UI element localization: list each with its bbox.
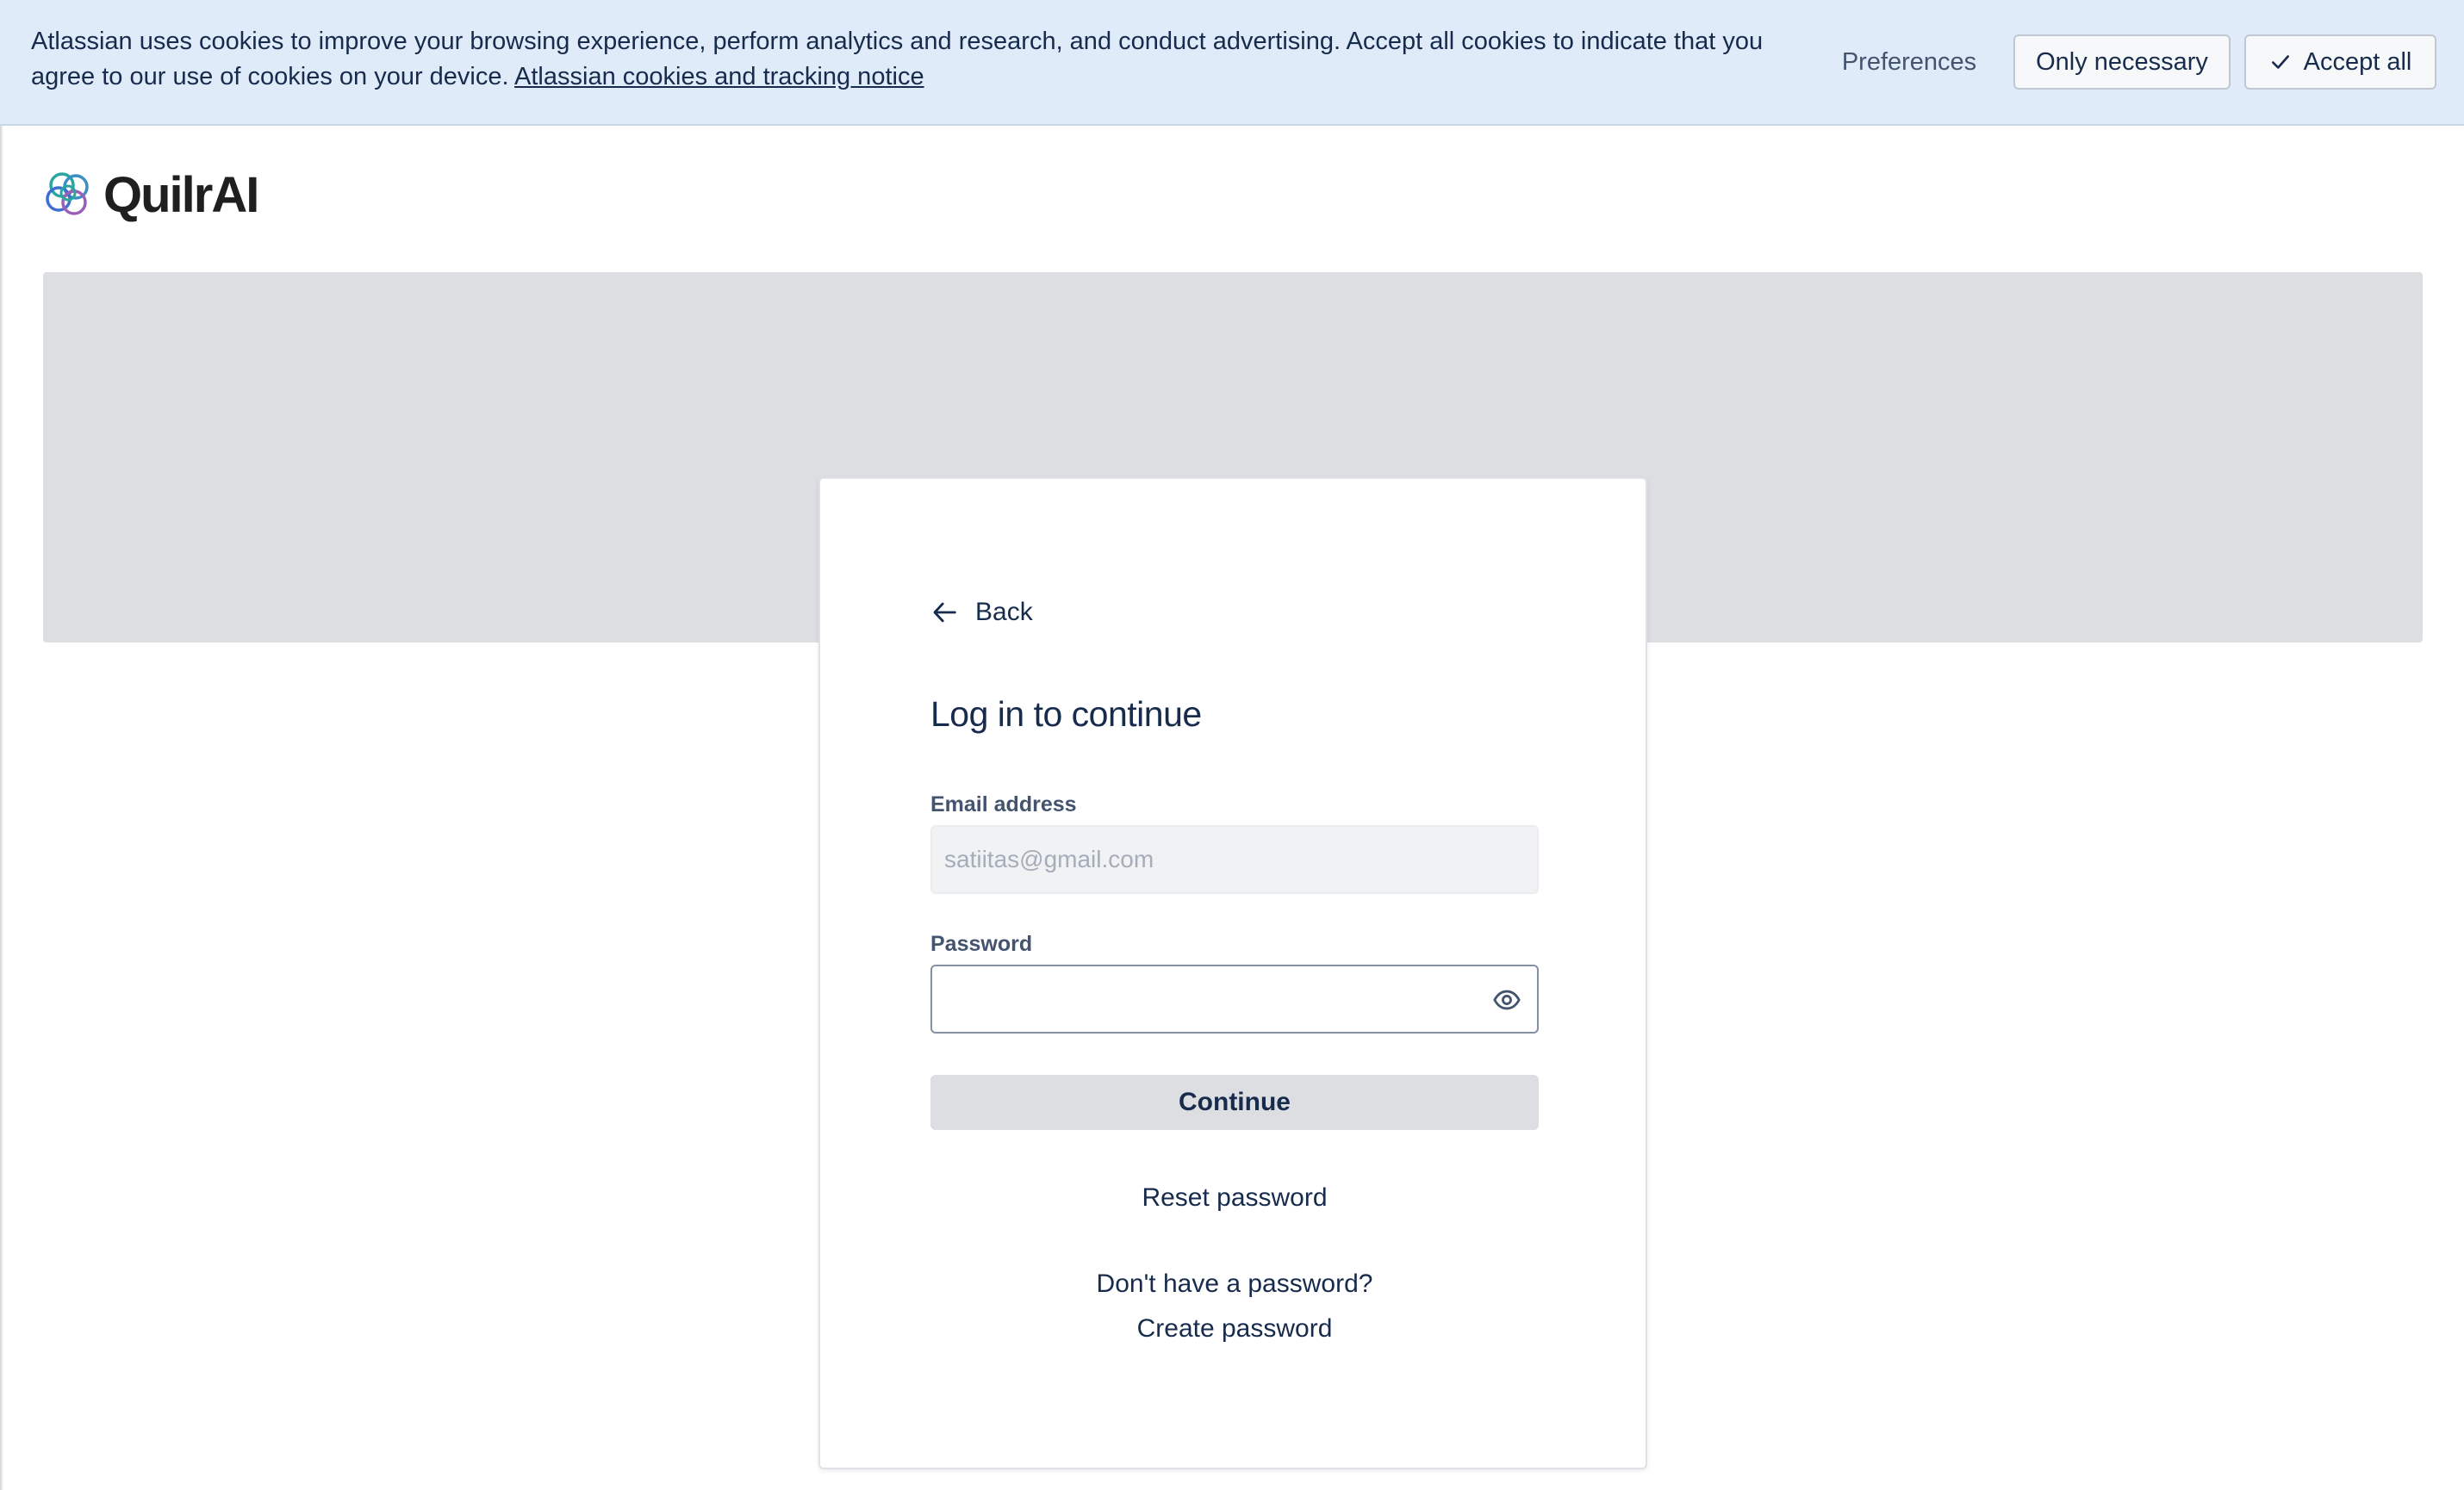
brand-name: QuilrAI bbox=[103, 166, 259, 223]
arrow-left-icon bbox=[933, 602, 956, 623]
reset-password-link[interactable]: Reset password bbox=[930, 1183, 1539, 1213]
accept-all-label: Accept all bbox=[2303, 47, 2412, 76]
email-label: Email address bbox=[930, 792, 1077, 816]
page-title: Log in to continue bbox=[930, 694, 1202, 734]
cookie-notice-link[interactable]: Atlassian cookies and tracking notice bbox=[514, 63, 924, 90]
no-password-text: Don't have a password? bbox=[1096, 1270, 1373, 1298]
continue-button[interactable]: Continue bbox=[930, 1075, 1539, 1130]
eye-icon[interactable] bbox=[1492, 985, 1521, 1015]
check-icon bbox=[2271, 55, 2289, 69]
window-edge bbox=[0, 0, 3, 1490]
cookie-banner: Atlassian uses cookies to improve your b… bbox=[0, 0, 2464, 126]
accept-all-button[interactable]: Accept all bbox=[2244, 34, 2436, 90]
quilrai-logo-icon bbox=[46, 172, 89, 215]
email-field[interactable] bbox=[930, 825, 1539, 894]
cookie-message: Atlassian uses cookies to improve your b… bbox=[31, 24, 1789, 95]
create-password-link[interactable]: Create password bbox=[930, 1314, 1539, 1344]
login-card: Back Log in to continue Email address Pa… bbox=[818, 477, 1647, 1469]
password-label: Password bbox=[930, 932, 1033, 956]
only-necessary-button[interactable]: Only necessary bbox=[2013, 34, 2231, 90]
password-field[interactable] bbox=[932, 966, 1466, 1032]
password-field-wrapper bbox=[930, 965, 1539, 1034]
preferences-button[interactable]: Preferences bbox=[1825, 34, 1994, 90]
back-label: Back bbox=[975, 598, 1033, 626]
back-button[interactable]: Back bbox=[930, 591, 1033, 634]
brand-logo[interactable]: QuilrAI bbox=[41, 165, 259, 224]
